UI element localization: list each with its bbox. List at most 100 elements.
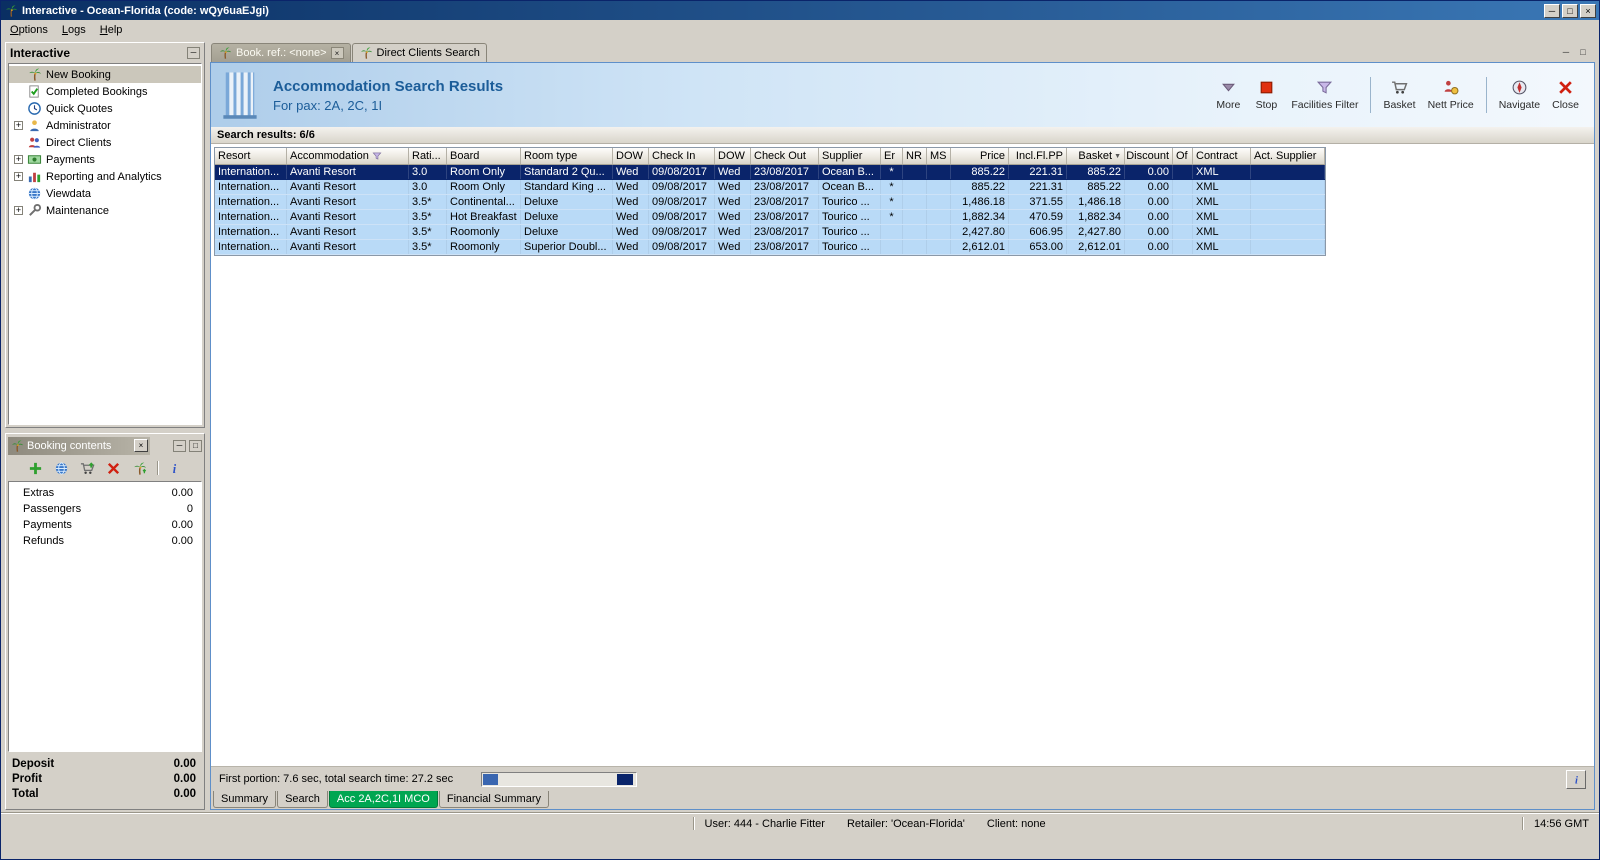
restore-panel-icon[interactable]: □ <box>189 439 202 452</box>
column-header-check-in[interactable]: Check In <box>649 148 715 164</box>
table-row[interactable]: Internation... Avanti Resort 3.0 Room Only S… <box>215 165 1325 180</box>
column-header-discount[interactable]: Discount <box>1125 148 1173 164</box>
minimize-icon[interactable]: ─ <box>1544 3 1560 18</box>
table-row[interactable]: Internation... Avanti Resort 3.5* Hot Break… <box>215 210 1325 225</box>
column-header-nr[interactable]: NR <box>903 148 927 164</box>
cell: 23/08/2017 <box>751 180 819 194</box>
column-header-dow[interactable]: DOW <box>613 148 649 164</box>
booking-contents-caption[interactable]: Booking contents × <box>8 436 150 455</box>
cell: 3.0 <box>409 165 447 179</box>
facilities-filter-button[interactable]: Facilities Filter <box>1286 72 1363 118</box>
basket-add-button[interactable] <box>79 459 97 477</box>
booking-row-passengers[interactable]: Passengers 0 <box>9 501 201 517</box>
bottom-tab-summary[interactable]: Summary <box>213 791 277 808</box>
minimize-view-icon[interactable]: ─ <box>1559 46 1573 59</box>
delete-button[interactable] <box>105 459 123 477</box>
cell: Wed <box>613 225 649 239</box>
table-row[interactable]: Internation... Avanti Resort 3.5* Roomonly S… <box>215 240 1325 255</box>
booking-total-label: Total <box>12 788 39 800</box>
cell: * <box>881 210 903 224</box>
sidebar-item-direct-clients[interactable]: +Direct Clients <box>9 134 201 151</box>
menu-help[interactable]: Help <box>93 22 130 38</box>
cell: Hot Breakfast <box>447 210 521 224</box>
expand-icon[interactable]: + <box>14 155 23 164</box>
booking-row-refunds[interactable]: Refunds 0.00 <box>9 533 201 549</box>
cell: 606.95 <box>1009 225 1067 239</box>
sidebar-item-quick-quotes[interactable]: +Quick Quotes <box>9 100 201 117</box>
expand-icon[interactable]: + <box>14 172 23 181</box>
table-row[interactable]: Internation... Avanti Resort 3.0 Room Only S… <box>215 180 1325 195</box>
column-header-room-type[interactable]: Room type <box>521 148 613 164</box>
minimize-panel-icon[interactable]: ─ <box>173 439 186 452</box>
sidebar: Interactive ─ +New Booking+Completed Boo… <box>5 42 205 810</box>
column-header-dow[interactable]: DOW <box>715 148 751 164</box>
column-header-er[interactable]: Er <box>881 148 903 164</box>
cell: 09/08/2017 <box>649 210 715 224</box>
sidebar-item-new-booking[interactable]: +New Booking <box>9 66 201 83</box>
bottom-tab-search[interactable]: Search <box>277 791 328 808</box>
palm-up-button[interactable] <box>131 459 149 477</box>
cell <box>903 210 927 224</box>
cell: Internation... <box>215 240 287 254</box>
column-header-accommodation[interactable]: Accommodation <box>287 148 409 164</box>
expand-icon[interactable]: + <box>14 121 23 130</box>
column-header-board[interactable]: Board <box>447 148 521 164</box>
cell: 2,612.01 <box>1067 240 1125 254</box>
collapse-panel-icon[interactable]: ─ <box>187 47 200 59</box>
cell: Internation... <box>215 225 287 239</box>
sidebar-item-completed-bookings[interactable]: +Completed Bookings <box>9 83 201 100</box>
maximize-icon[interactable]: □ <box>1562 3 1578 18</box>
navigate-button[interactable]: Navigate <box>1494 72 1545 118</box>
more-button[interactable]: More <box>1210 72 1246 118</box>
menu-bar: Options Logs Help <box>1 20 1599 39</box>
booking-row-extras[interactable]: Extras 0.00 <box>9 485 201 501</box>
interactive-panel-title: Interactive <box>10 46 71 60</box>
menu-logs[interactable]: Logs <box>55 22 93 38</box>
tab-direct-clients-search[interactable]: Direct Clients Search <box>351 43 487 62</box>
add-button[interactable] <box>27 459 45 477</box>
booking-row-payments[interactable]: Payments 0.00 <box>9 517 201 533</box>
column-header-basket[interactable]: Basket ▼ <box>1067 148 1125 164</box>
column-header-of[interactable]: Of <box>1173 148 1193 164</box>
close-tab-icon[interactable]: × <box>330 47 344 59</box>
column-header-rati[interactable]: Rati... <box>409 148 447 164</box>
table-row[interactable]: Internation... Avanti Resort 3.5* Roomonly D… <box>215 225 1325 240</box>
column-header-price[interactable]: Price <box>951 148 1009 164</box>
stop-button[interactable]: Stop <box>1248 72 1284 118</box>
bottom-tab-financial-summary[interactable]: Financial Summary <box>438 791 549 808</box>
globe-button[interactable] <box>53 459 71 477</box>
column-header-contract[interactable]: Contract <box>1193 148 1251 164</box>
menu-options[interactable]: Options <box>3 22 55 38</box>
booking-total-value: 0.00 <box>173 758 196 770</box>
bottom-tab-acc-2a-2c-1i-mco[interactable]: Acc 2A,2C,1I MCO <box>328 791 438 808</box>
info-button[interactable] <box>1566 769 1586 789</box>
column-header-resort[interactable]: Resort <box>215 148 287 164</box>
clock-icon <box>27 101 42 116</box>
nett-price-button[interactable]: Nett Price <box>1423 72 1479 118</box>
column-header-supplier[interactable]: Supplier <box>819 148 881 164</box>
column-header-act-supplier[interactable]: Act. Supplier <box>1251 148 1325 164</box>
tab-book-ref-none[interactable]: Book. ref.: <none> × <box>211 43 351 62</box>
banner-toolbar: More Stop Facilities Filter Basket Nett Pric… <box>1210 72 1584 118</box>
sidebar-item-administrator[interactable]: + Administrator <box>9 117 201 134</box>
column-header-ms[interactable]: MS <box>927 148 951 164</box>
sidebar-item-maintenance[interactable]: + Maintenance <box>9 202 201 219</box>
maximize-view-icon[interactable]: □ <box>1576 46 1590 59</box>
column-header-incl-fl-pp[interactable]: Incl.Fl.PP <box>1009 148 1067 164</box>
cell <box>1173 180 1193 194</box>
cell <box>1173 240 1193 254</box>
basket-button[interactable]: Basket <box>1378 72 1420 118</box>
sidebar-item-payments[interactable]: + Payments <box>9 151 201 168</box>
close-button[interactable]: Close <box>1547 72 1584 118</box>
sidebar-item-viewdata[interactable]: +Viewdata <box>9 185 201 202</box>
cell: Tourico ... <box>819 240 881 254</box>
sidebar-item-reporting-and-analytics[interactable]: + Reporting and Analytics <box>9 168 201 185</box>
close-panel-icon[interactable]: × <box>134 439 148 452</box>
app-window: Interactive - Ocean-Florida (code: wQy6u… <box>0 0 1600 860</box>
column-header-check-out[interactable]: Check Out <box>751 148 819 164</box>
booking-row-value: 0.00 <box>171 519 193 531</box>
info-button[interactable] <box>166 459 184 477</box>
close-icon[interactable]: × <box>1580 3 1596 18</box>
expand-icon[interactable]: + <box>14 206 23 215</box>
table-row[interactable]: Internation... Avanti Resort 3.5* Continent… <box>215 195 1325 210</box>
